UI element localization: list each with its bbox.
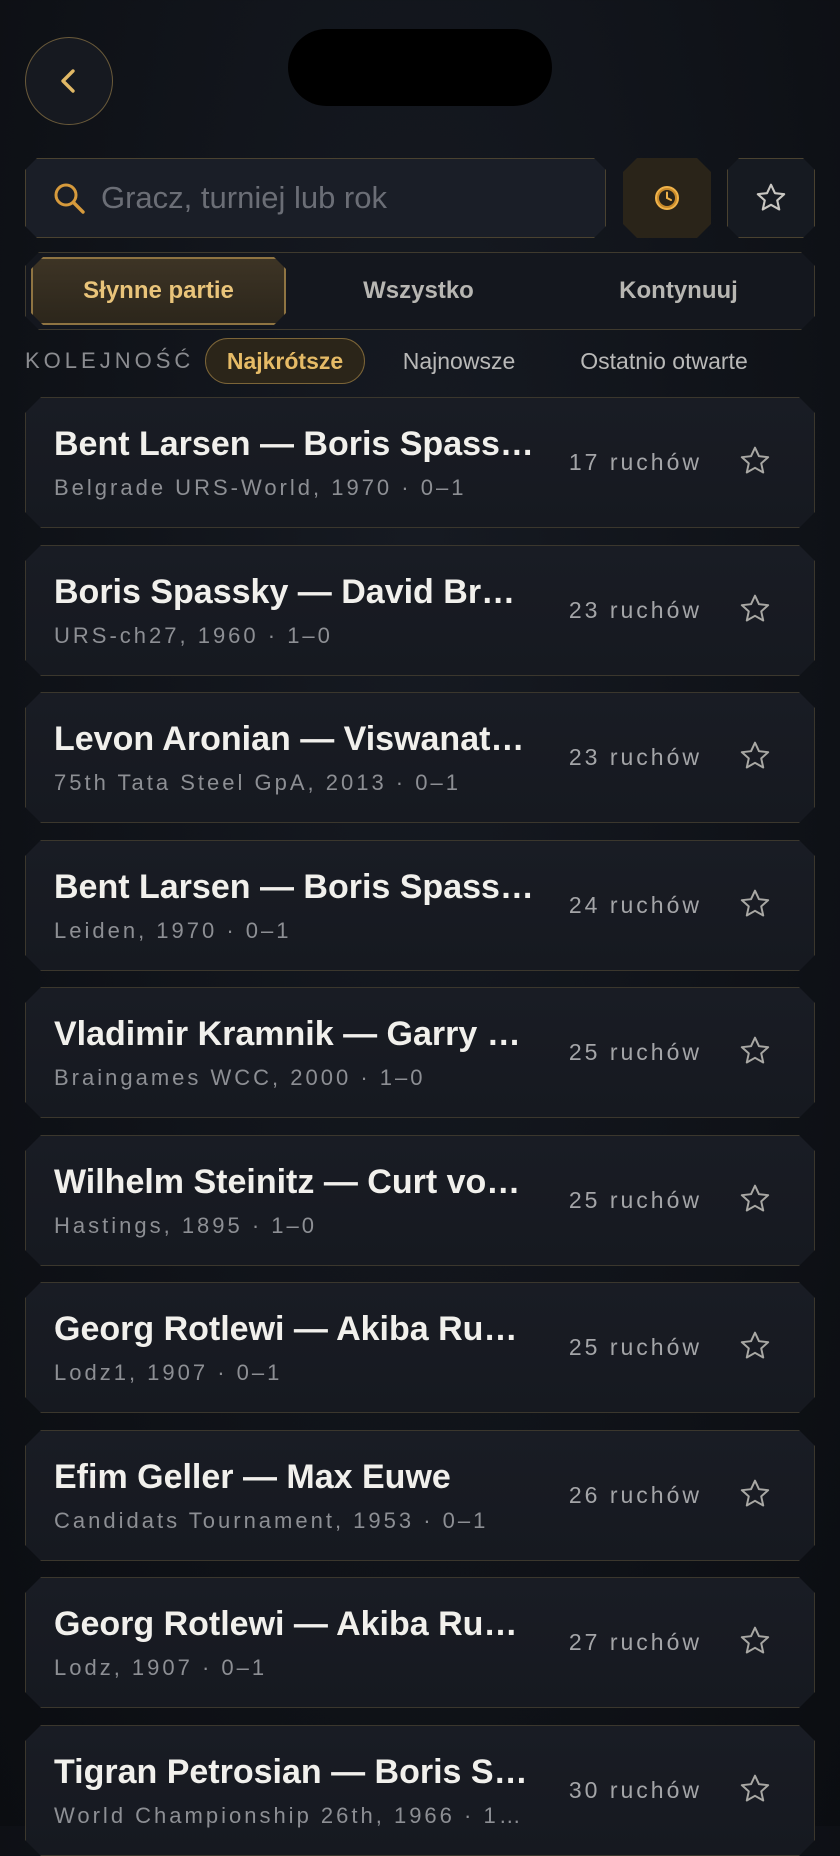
game-card[interactable]: Efim Geller — Max Euwe Candidats Tournam…	[25, 1430, 815, 1561]
back-button[interactable]	[25, 37, 113, 125]
tab-famous-games[interactable]: Słynne partie	[31, 257, 286, 325]
game-title: Levon Aronian — Viswanathan Anand	[54, 720, 534, 758]
camera-notch	[288, 29, 552, 106]
game-subtitle: Leiden, 1970 · 0–1	[54, 918, 292, 943]
game-moves: 25 ruchów	[568, 1187, 702, 1213]
sort-label: KOLEJNOŚĆ	[25, 348, 195, 373]
game-card[interactable]: Bent Larsen — Boris Spassky Belgrade URS…	[25, 397, 815, 528]
game-card[interactable]: Bent Larsen — Boris Spassky Leiden, 1970…	[25, 840, 815, 971]
sort-shortest-chip[interactable]: Najkrótsze	[205, 338, 365, 384]
game-subtitle: Lodz, 1907 · 0–1	[54, 1655, 268, 1680]
star-icon[interactable]	[738, 739, 772, 773]
game-subtitle: Lodz1, 1907 · 0–1	[54, 1360, 283, 1385]
game-moves: 23 ruchów	[568, 744, 702, 770]
star-icon[interactable]	[738, 1772, 772, 1806]
sort-newest-chip[interactable]: Najnowsze	[388, 338, 530, 384]
chevron-left-icon	[61, 69, 75, 93]
game-moves: 23 ruchów	[568, 597, 702, 623]
game-card[interactable]: Vladimir Kramnik — Garry Kasparov Braing…	[25, 987, 815, 1118]
game-moves: 30 ruchów	[568, 1777, 702, 1803]
star-icon[interactable]	[738, 1034, 772, 1068]
game-card[interactable]: Georg Rotlewi — Akiba Rubinstein Lodz1, …	[25, 1282, 815, 1413]
star-icon[interactable]	[738, 592, 772, 626]
history-button[interactable]	[623, 158, 711, 238]
game-title: Bent Larsen — Boris Spassky	[54, 868, 534, 906]
game-title: Efim Geller — Max Euwe	[54, 1458, 451, 1496]
search-placeholder: Gracz, turniej lub rok	[101, 180, 387, 215]
search-input[interactable]: Gracz, turniej lub rok	[25, 158, 606, 238]
game-moves: 26 ruchów	[568, 1482, 702, 1508]
tab-continue[interactable]: Kontynuuj	[551, 257, 806, 325]
game-title: Boris Spassky — David Bronstein	[54, 573, 523, 611]
star-icon	[754, 181, 788, 215]
tab-bar: Słynne partie Wszystko Kontynuuj	[25, 252, 815, 330]
clock-icon	[653, 184, 681, 212]
game-subtitle: 75th Tata Steel GpA, 2013 · 0–1	[54, 770, 461, 795]
game-subtitle: Belgrade URS-World, 1970 · 0–1	[54, 475, 467, 500]
game-title: Tigran Petrosian — Boris Spassky	[54, 1753, 534, 1791]
game-title: Wilhelm Steinitz — Curt von Bardeleben	[54, 1163, 508, 1201]
game-card[interactable]: Levon Aronian — Viswanathan Anand 75th T…	[25, 692, 815, 823]
game-moves: 25 ruchów	[568, 1039, 702, 1065]
game-subtitle: Candidats Tournament, 1953 · 0–1	[54, 1508, 489, 1533]
game-title: Vladimir Kramnik — Garry Kasparov	[54, 1015, 531, 1053]
star-icon[interactable]	[738, 887, 772, 921]
star-icon[interactable]	[738, 1329, 772, 1363]
tab-all[interactable]: Wszystko	[291, 257, 546, 325]
game-card[interactable]: Tigran Petrosian — Boris Spassky World C…	[25, 1725, 815, 1856]
game-card[interactable]: Wilhelm Steinitz — Curt von Bardeleben H…	[25, 1135, 815, 1266]
game-subtitle: Hastings, 1895 · 1–0	[54, 1213, 318, 1238]
game-moves: 17 ruchów	[568, 449, 702, 475]
search-icon	[51, 180, 87, 216]
game-title: Georg Rotlewi — Akiba Rubinstein	[54, 1310, 534, 1348]
game-moves: 27 ruchów	[568, 1629, 702, 1655]
game-title: Bent Larsen — Boris Spassky	[54, 425, 534, 463]
game-card[interactable]: Boris Spassky — David Bronstein URS-ch27…	[25, 545, 815, 676]
game-title: Georg Rotlewi — Akiba Rubinstein	[54, 1605, 534, 1643]
game-subtitle: URS-ch27, 1960 · 1–0	[54, 623, 333, 648]
star-icon[interactable]	[738, 1477, 772, 1511]
star-icon[interactable]	[738, 1624, 772, 1658]
game-subtitle: Braingames WCC, 2000 · 1–0	[54, 1065, 426, 1090]
game-moves: 25 ruchów	[568, 1334, 702, 1360]
star-icon[interactable]	[738, 1182, 772, 1216]
favorites-button[interactable]	[727, 158, 815, 238]
game-card[interactable]: Georg Rotlewi — Akiba Rubinstein Lodz, 1…	[25, 1577, 815, 1708]
star-icon[interactable]	[738, 444, 772, 478]
game-moves: 24 ruchów	[568, 892, 702, 918]
sort-recent-chip[interactable]: Ostatnio otwarte	[560, 338, 768, 384]
